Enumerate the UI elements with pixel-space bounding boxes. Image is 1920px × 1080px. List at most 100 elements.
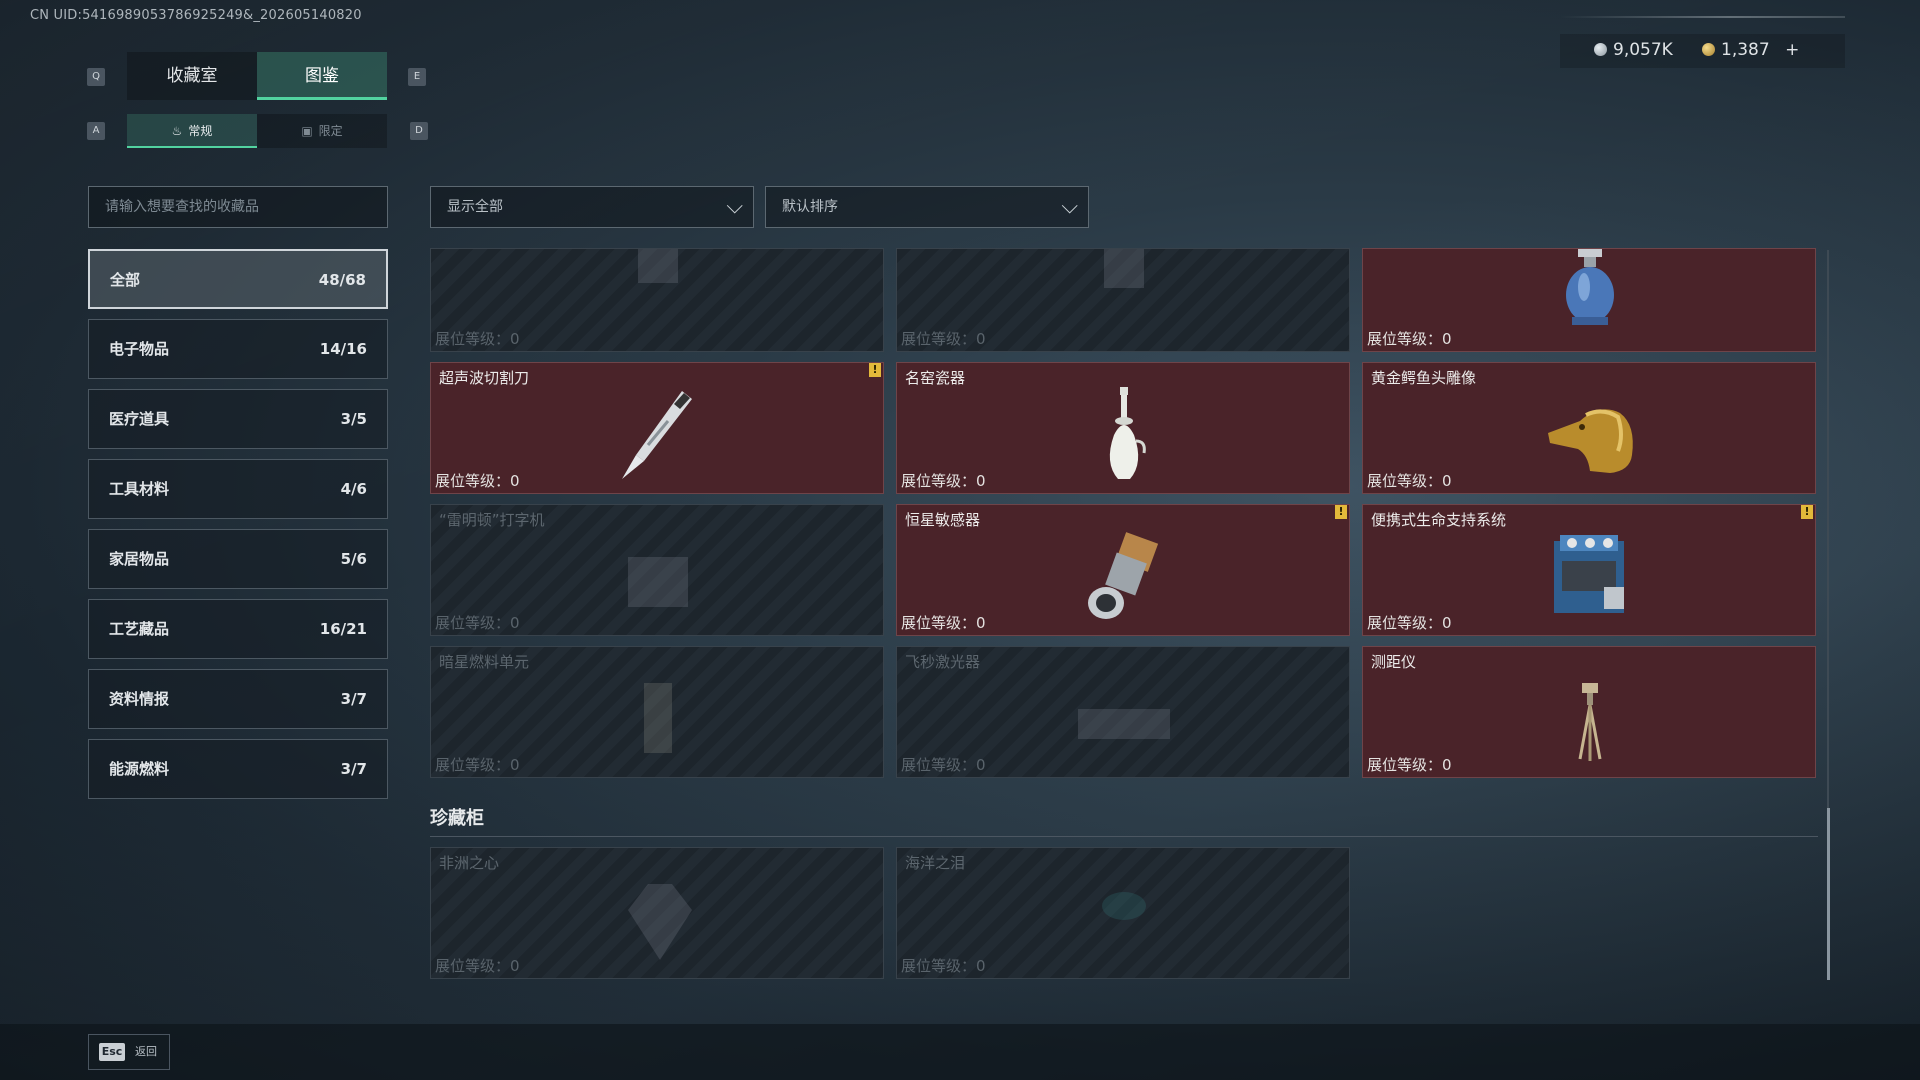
card-level: 展位等级：0 — [435, 614, 520, 632]
image-icon: ▣ — [301, 124, 313, 138]
scrollbar-thumb[interactable] — [1827, 808, 1830, 980]
category-count: 3/7 — [340, 690, 367, 708]
card-name: 飞秒激光器 — [905, 653, 981, 671]
key-hint-d: D — [410, 122, 428, 140]
category-count: 4/6 — [340, 480, 367, 498]
footer-bar — [0, 1024, 1920, 1080]
gold-coin-icon — [1702, 43, 1715, 56]
card-name: 恒星敏感器 — [905, 511, 981, 529]
collectible-card[interactable]: 名窑瓷器 展位等级：0 — [896, 362, 1350, 494]
category-count: 3/5 — [340, 410, 367, 428]
category-crafts[interactable]: 工艺藏品 16/21 — [88, 599, 388, 659]
card-name: 名窑瓷器 — [905, 369, 966, 387]
chevron-down-icon: ⌵ — [1061, 194, 1078, 219]
show-filter-dropdown[interactable]: 显示全部 ⌵ — [430, 186, 754, 228]
chevron-down-icon: ⌵ — [726, 194, 743, 219]
category-intel[interactable]: 资料情报 3/7 — [88, 669, 388, 729]
card-name: “雷明顿”打字机 — [439, 511, 545, 529]
category-label: 资料情报 — [109, 690, 170, 708]
tab-catalog[interactable]: 图鉴 — [257, 52, 387, 100]
gem-icon — [1102, 892, 1146, 920]
card-level: 展位等级：0 — [901, 472, 986, 490]
card-name: 便携式生命支持系统 — [1371, 511, 1507, 529]
subtab-limited[interactable]: ▣ 限定 — [257, 114, 387, 148]
category-electronics[interactable]: 电子物品 14/16 — [88, 319, 388, 379]
card-name: 测距仪 — [1371, 653, 1417, 671]
porcelain-vase-icon — [1109, 387, 1146, 479]
search-input[interactable]: 请输入想要查找的收藏品 — [88, 186, 388, 228]
category-label: 家居物品 — [109, 550, 170, 568]
collectible-card[interactable]: 展位等级：0 — [1362, 248, 1816, 352]
fuel-cell-icon — [644, 683, 672, 753]
top-decor-line — [1560, 16, 1845, 18]
card-level: 展位等级：0 — [435, 957, 520, 975]
key-hint-a: A — [87, 122, 105, 140]
silver-coin-icon — [1594, 43, 1607, 56]
diamond-icon — [628, 884, 692, 960]
treasure-card[interactable]: 海洋之泪 展位等级：0 — [896, 847, 1350, 979]
gold-currency: 1,387 + — [1702, 40, 1799, 60]
collectible-card[interactable]: 暗星燃料单元 展位等级：0 — [430, 646, 884, 778]
subtab-regular[interactable]: ♨ 常规 — [127, 114, 257, 148]
collectible-card[interactable]: “雷明顿”打字机 展位等级：0 — [430, 504, 884, 636]
uid-label: CN UID:5416989053786925249&_202605140820 — [30, 8, 362, 23]
category-medical[interactable]: 医疗道具 3/5 — [88, 389, 388, 449]
category-label: 全部 — [110, 271, 141, 289]
collectible-card[interactable]: 飞秒激光器 展位等级：0 — [896, 646, 1350, 778]
card-level: 展位等级：0 — [435, 472, 520, 490]
category-household[interactable]: 家居物品 5/6 — [88, 529, 388, 589]
card-level: 展位等级：0 — [435, 330, 520, 348]
subtab-regular-label: 常规 — [188, 124, 213, 138]
star-sensor-icon — [1088, 532, 1159, 619]
card-level: 展位等级：0 — [1367, 472, 1452, 490]
warning-badge: ! — [1801, 505, 1813, 519]
collectible-card[interactable]: 展位等级：0 — [430, 248, 884, 352]
card-level: 展位等级：0 — [901, 614, 986, 632]
show-filter-value: 显示全部 — [447, 199, 503, 215]
add-currency-button[interactable]: + — [1785, 40, 1799, 60]
card-level: 展位等级：0 — [435, 756, 520, 774]
key-hint-q: Q — [87, 68, 105, 86]
warning-badge: ! — [1335, 505, 1347, 519]
silver-currency: 9,057K — [1594, 40, 1673, 60]
collectible-card[interactable]: 便携式生命支持系统 ! 展位等级：0 — [1362, 504, 1816, 636]
category-energy[interactable]: 能源燃料 3/7 — [88, 739, 388, 799]
collectible-card[interactable]: 超声波切割刀 ! 展位等级：0 — [430, 362, 884, 494]
laser-icon — [1078, 709, 1170, 739]
card-level: 展位等级：0 — [901, 957, 986, 975]
typewriter-icon — [628, 557, 688, 607]
missing-item-icon — [1104, 249, 1144, 288]
flame-icon: ♨ — [171, 124, 183, 138]
back-button[interactable]: Esc 返回 — [88, 1034, 170, 1070]
silver-amount: 9,057K — [1613, 40, 1673, 60]
key-hint-e: E — [408, 68, 426, 86]
tab-collection-room[interactable]: 收藏室 — [127, 52, 257, 100]
subtab-limited-label: 限定 — [318, 124, 343, 138]
category-all[interactable]: 全部 48/68 — [88, 249, 388, 309]
card-name: 超声波切割刀 — [439, 369, 530, 387]
category-tools[interactable]: 工具材料 4/6 — [88, 459, 388, 519]
back-label: 返回 — [135, 1045, 157, 1058]
collectible-card[interactable]: 黄金鳄鱼头雕像 展位等级：0 — [1362, 362, 1816, 494]
collectible-card[interactable]: 恒星敏感器 ! 展位等级：0 — [896, 504, 1350, 636]
gas-canister-icon — [1566, 249, 1614, 325]
life-support-icon — [1554, 535, 1624, 613]
collectible-card[interactable]: 展位等级：0 — [896, 248, 1350, 352]
gold-amount: 1,387 — [1721, 40, 1770, 60]
card-name: 海洋之泪 — [905, 854, 966, 872]
treasure-card[interactable]: 非洲之心 展位等级：0 — [430, 847, 884, 979]
category-label: 工艺藏品 — [109, 620, 170, 638]
sort-dropdown[interactable]: 默认排序 ⌵ — [765, 186, 1089, 228]
esc-key-hint: Esc — [99, 1043, 125, 1061]
card-level: 展位等级：0 — [1367, 756, 1452, 774]
card-name: 暗星燃料单元 — [439, 653, 530, 671]
card-level: 展位等级：0 — [901, 756, 986, 774]
warning-badge: ! — [869, 363, 881, 377]
card-level: 展位等级：0 — [1367, 330, 1452, 348]
card-level: 展位等级：0 — [1367, 614, 1452, 632]
category-label: 工具材料 — [109, 480, 170, 498]
rangefinder-tripod-icon — [1578, 683, 1602, 761]
category-count: 5/6 — [340, 550, 367, 568]
section-title: 珍藏柜 — [430, 808, 484, 829]
collectible-card[interactable]: 测距仪 展位等级：0 — [1362, 646, 1816, 778]
